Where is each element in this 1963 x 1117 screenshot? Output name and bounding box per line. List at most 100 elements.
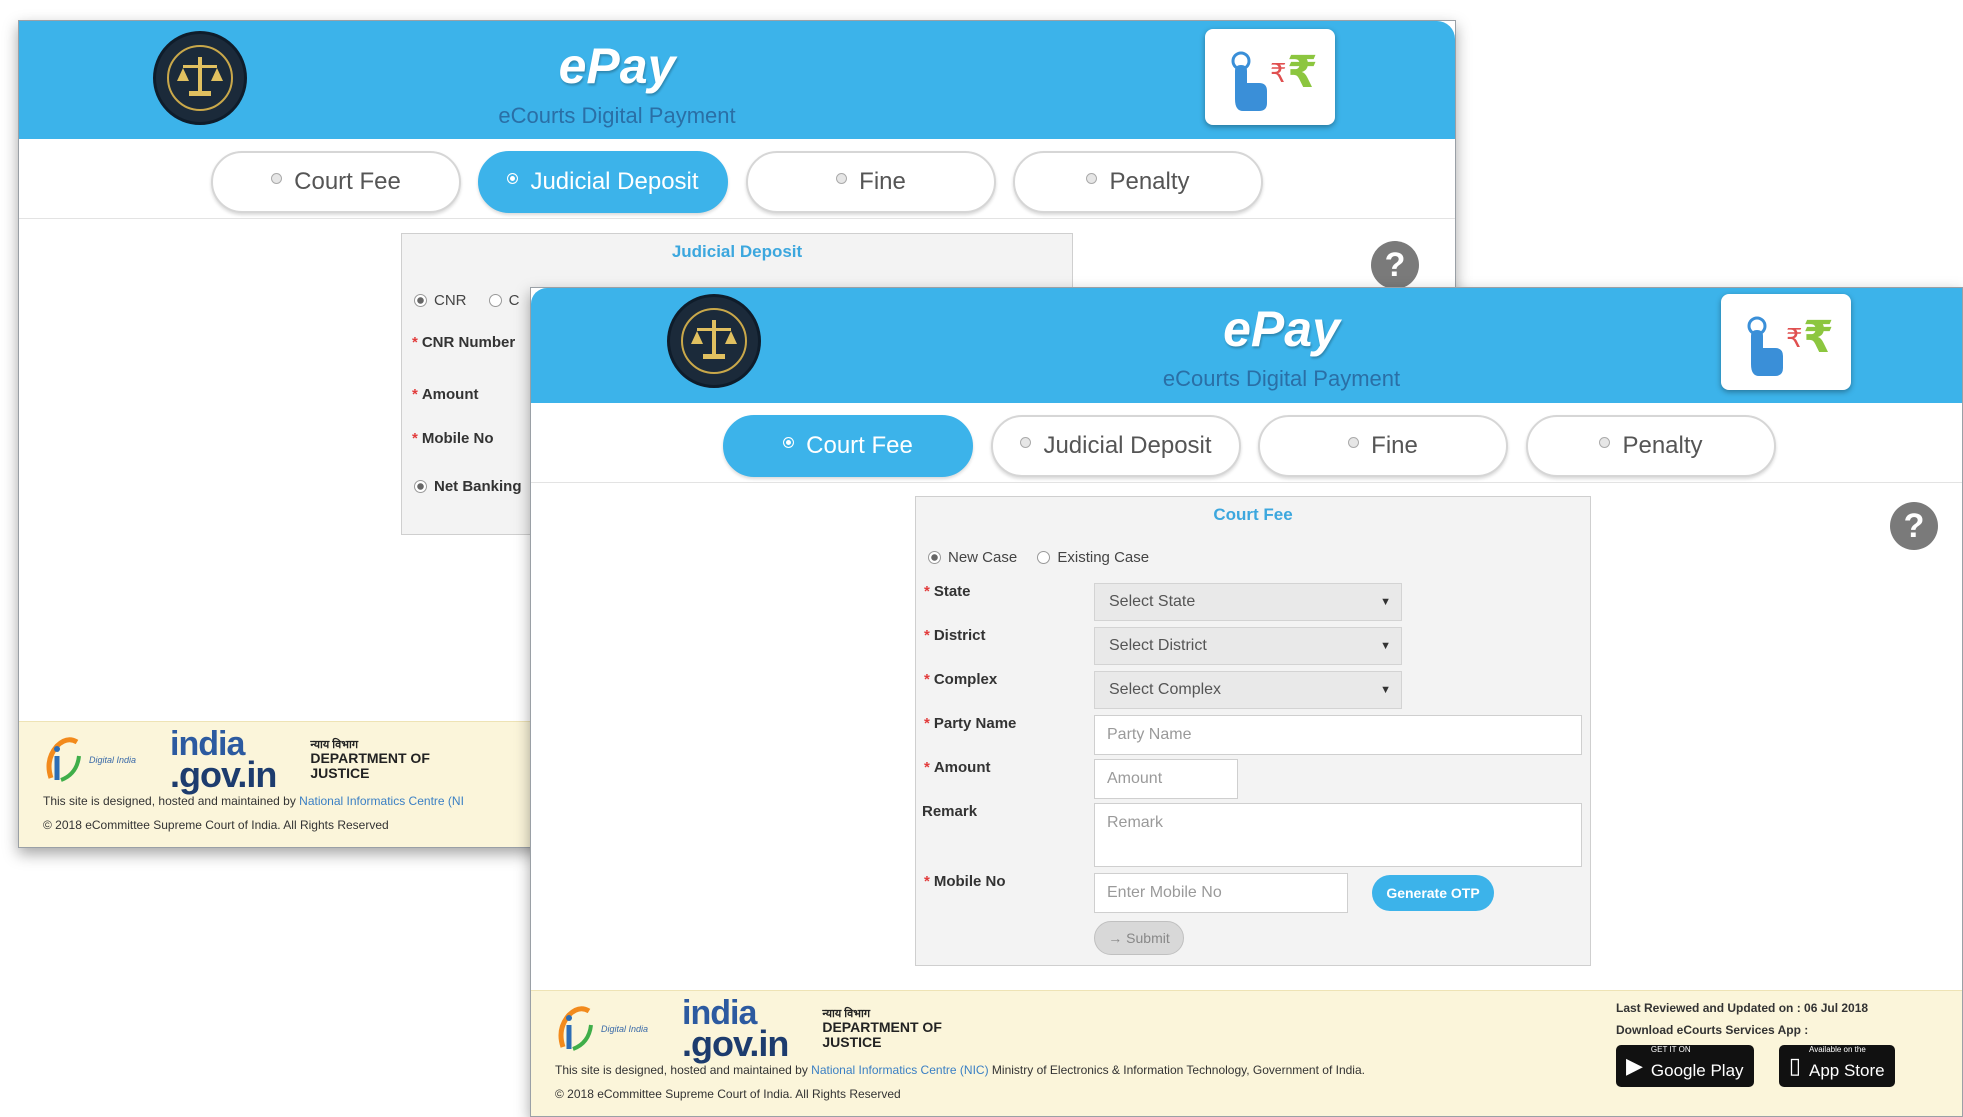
state-select[interactable]: Select State ▼ xyxy=(1094,583,1402,621)
radio-icon xyxy=(271,172,283,184)
hand-tap-rupee-icon: ₹ ₹ xyxy=(1205,29,1335,125)
svg-text:₹: ₹ xyxy=(1803,312,1834,363)
tab-label: Penalty xyxy=(1109,168,1190,195)
radio-existing-case[interactable] xyxy=(1037,551,1051,564)
footer-right: Last Reviewed and Updated on : 06 Jul 20… xyxy=(1616,1001,1917,1095)
phone-icon: ▯ xyxy=(1788,1053,1801,1078)
tab-court-fee[interactable]: Court Fee xyxy=(211,151,461,213)
copyright-text: © 2018 eCommittee Supreme Court of India… xyxy=(555,1087,901,1101)
submit-button[interactable]: → Submit xyxy=(1094,921,1184,955)
radio-net-banking[interactable] xyxy=(414,480,427,493)
radio-cnr-label: CNR xyxy=(434,292,467,309)
radio-new-case[interactable] xyxy=(928,551,941,564)
radio-icon xyxy=(836,172,848,184)
radio-icon xyxy=(783,436,795,448)
india-gov-logo[interactable]: india .gov.in xyxy=(682,996,789,1062)
mobile-no-label: * Mobile No xyxy=(412,430,494,447)
footer: Digital India india .gov.in न्याय विभाग … xyxy=(531,990,1962,1116)
store-badges: ▶ GET IT ON Google Play ▯ Available on th… xyxy=(1616,1045,1917,1087)
radio-other-label: C xyxy=(508,292,520,309)
cnr-radio-group: CNR C xyxy=(414,292,520,309)
designed-by-text: This site is designed, hosted and mainta… xyxy=(43,794,464,808)
chevron-down-icon: ▼ xyxy=(1380,640,1391,652)
amount-label: * Amount xyxy=(412,386,479,403)
chevron-down-icon: ▼ xyxy=(1380,596,1391,608)
chevron-down-icon: ▼ xyxy=(1380,684,1391,696)
generate-otp-button[interactable]: Generate OTP xyxy=(1372,875,1494,911)
tab-penalty[interactable]: Penalty xyxy=(1526,415,1776,477)
tab-penalty[interactable]: Penalty xyxy=(1013,151,1263,213)
download-app-text: Download eCourts Services App : xyxy=(1616,1023,1809,1037)
mobile-no-label: * Mobile No xyxy=(924,873,1006,890)
radio-icon xyxy=(1599,436,1611,448)
svg-text:₹: ₹ xyxy=(1270,59,1287,89)
play-triangle-icon: ▶ xyxy=(1626,1053,1643,1078)
tab-label: Court Fee xyxy=(294,168,401,195)
last-reviewed-text: Last Reviewed and Updated on : 06 Jul 20… xyxy=(1616,1001,1869,1015)
tab-judicial-deposit[interactable]: Judicial Deposit xyxy=(478,151,728,213)
nic-link[interactable]: National Informatics Centre (NI xyxy=(299,794,464,808)
department-of-justice-logo[interactable]: न्याय विभाग DEPARTMENT OF JUSTICE xyxy=(310,739,430,781)
nic-link[interactable]: National Informatics Centre (NIC) xyxy=(811,1063,988,1077)
footer-logos: Digital India india .gov.in न्याय विभाग … xyxy=(555,996,942,1062)
svg-text:₹: ₹ xyxy=(1786,324,1803,354)
radio-other[interactable] xyxy=(488,294,502,307)
radio-cnr[interactable] xyxy=(414,294,427,307)
digital-india-logo: Digital India xyxy=(43,734,136,786)
panel-title: Court Fee xyxy=(1213,505,1293,524)
google-play-badge[interactable]: ▶ GET IT ON Google Play xyxy=(1616,1045,1754,1087)
district-label: * District xyxy=(924,627,986,644)
radio-new-case-label: New Case xyxy=(948,549,1018,566)
remark-textarea[interactable]: Remark xyxy=(1094,803,1582,867)
tab-fine[interactable]: Fine xyxy=(1258,415,1508,477)
designed-by-text: This site is designed, hosted and mainta… xyxy=(555,1063,1365,1077)
payment-type-tabs: Court Fee Judicial Deposit Fine Penalty xyxy=(19,139,1455,219)
party-name-input[interactable]: Party Name xyxy=(1094,715,1582,755)
radio-icon xyxy=(1020,436,1032,448)
hand-tap-rupee-icon: ₹ ₹ xyxy=(1721,294,1851,390)
tab-fine[interactable]: Fine xyxy=(746,151,996,213)
amount-label: * Amount xyxy=(924,759,991,776)
complex-label: * Complex xyxy=(924,671,998,688)
court-fee-form: Court Fee New Case Existing Case * State … xyxy=(915,496,1591,966)
question-mark-icon[interactable]: ? xyxy=(1371,241,1419,289)
radio-icon xyxy=(507,172,519,184)
mobile-no-input[interactable]: Enter Mobile No xyxy=(1094,873,1348,913)
net-banking-option[interactable]: Net Banking xyxy=(414,478,522,495)
app-title: ePay xyxy=(558,38,676,94)
app-store-badge[interactable]: ▯ Available on the App Store xyxy=(1778,1045,1895,1087)
copyright-text: © 2018 eCommittee Supreme Court of India… xyxy=(43,818,389,832)
complex-select[interactable]: Select Complex ▼ xyxy=(1094,671,1402,709)
radio-existing-case-label: Existing Case xyxy=(1057,549,1150,566)
tab-label: Court Fee xyxy=(806,432,913,459)
tab-court-fee[interactable]: Court Fee xyxy=(723,415,973,477)
header: ePay eCourts Digital Payment ₹ ₹ xyxy=(19,21,1455,139)
tab-label: Judicial Deposit xyxy=(530,168,699,195)
payment-type-tabs: Court Fee Judicial Deposit Fine Penalty xyxy=(531,403,1962,483)
question-mark-icon[interactable]: ? xyxy=(1890,502,1938,550)
tab-label: Fine xyxy=(1371,432,1418,459)
front-window: ePay eCourts Digital Payment ₹ ₹ Court Fe… xyxy=(530,287,1963,1117)
svg-text:₹: ₹ xyxy=(1287,47,1318,98)
party-name-label: * Party Name xyxy=(924,715,1017,732)
tab-judicial-deposit[interactable]: Judicial Deposit xyxy=(991,415,1241,477)
amount-input[interactable]: Amount xyxy=(1094,759,1238,799)
panel-title: Judicial Deposit xyxy=(671,242,803,261)
cnr-number-label: * CNR Number xyxy=(412,334,516,351)
tab-label: Penalty xyxy=(1622,432,1703,459)
case-type-radio-group: New Case Existing Case xyxy=(928,549,1149,566)
state-label: * State xyxy=(924,583,971,600)
radio-icon xyxy=(1348,436,1360,448)
tab-label: Judicial Deposit xyxy=(1043,432,1212,459)
footer-logos: Digital India india .gov.in न्याय विभाग … xyxy=(43,727,430,793)
india-gov-logo[interactable]: india .gov.in xyxy=(170,727,277,793)
digital-india-logo: Digital India xyxy=(555,1003,648,1055)
radio-icon xyxy=(1086,172,1098,184)
tab-label: Fine xyxy=(859,168,906,195)
remark-label: Remark xyxy=(922,803,978,820)
app-subtitle: eCourts Digital Payment xyxy=(498,103,736,128)
district-select[interactable]: Select District ▼ xyxy=(1094,627,1402,665)
department-of-justice-logo[interactable]: न्याय विभाग DEPARTMENT OF JUSTICE xyxy=(822,1008,942,1050)
stage: ePay eCourts Digital Payment ₹ ₹ Court Fe… xyxy=(0,0,1963,1117)
header: ePay eCourts Digital Payment ₹ ₹ xyxy=(531,288,1962,403)
